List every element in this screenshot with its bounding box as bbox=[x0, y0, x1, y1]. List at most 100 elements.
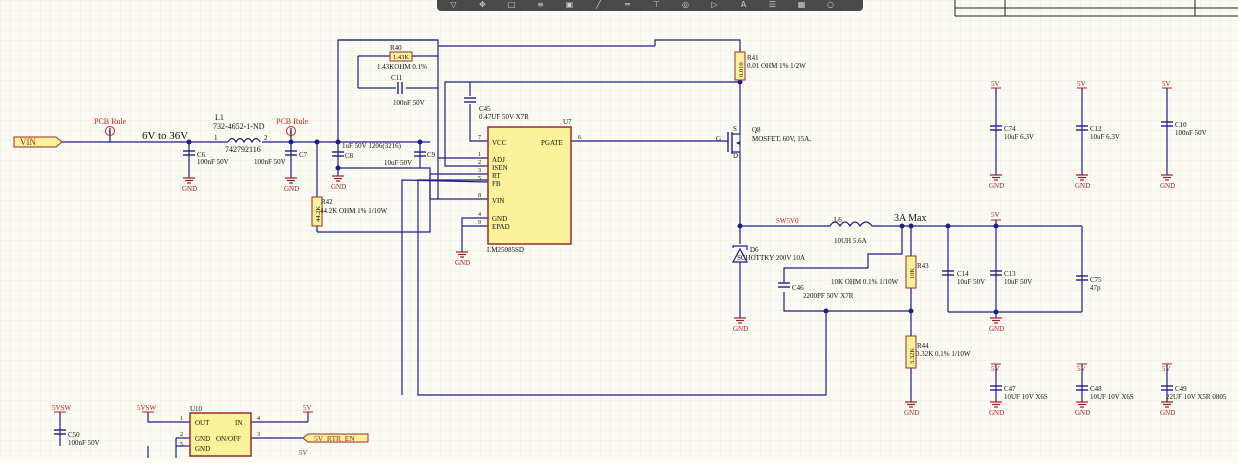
u10-pnum-4: 4 bbox=[257, 416, 260, 422]
r44-ref: R44 bbox=[917, 342, 929, 350]
u10-pnum-1: 1 bbox=[180, 416, 183, 422]
ground-label: GND bbox=[1075, 182, 1090, 190]
c9-value: 10uF 50V bbox=[384, 159, 412, 167]
u10-pin-in: IN bbox=[235, 419, 242, 427]
r41-value: 0.01 OHM 1% 1/2W bbox=[747, 62, 806, 70]
d6-ref: D6 bbox=[750, 246, 759, 254]
c8-ref: C8 bbox=[345, 152, 354, 160]
r43-ref: R43 bbox=[917, 262, 929, 270]
ground-label: GND bbox=[1160, 409, 1175, 417]
c50-ref: C50 bbox=[68, 431, 80, 439]
power-5v-c48: 5V bbox=[1077, 363, 1087, 373]
l6-ref: L6 bbox=[834, 216, 842, 224]
ground-label: GND bbox=[989, 182, 1004, 190]
r44-label: 3.32K bbox=[909, 348, 916, 364]
u7-pnum-5: 5 bbox=[478, 176, 481, 182]
shapes-icon[interactable]: ○ bbox=[826, 1, 835, 9]
c49-ref: C49 bbox=[1175, 385, 1187, 393]
l6-value: 10UH 5.6A bbox=[834, 237, 867, 245]
ic-u7[interactable]: U7 LM25085SD VCC ADJ ISEN RT FB VIN GND … bbox=[478, 118, 581, 254]
text-icon[interactable]: A bbox=[739, 1, 748, 9]
c13-value: 10uF 50V bbox=[1004, 278, 1032, 286]
u7-pnum-7: 7 bbox=[478, 135, 481, 141]
u7-pin-gnd: GND bbox=[492, 215, 507, 223]
ground-label: GND bbox=[182, 185, 197, 193]
u7-ref: U7 bbox=[563, 118, 572, 126]
net-label-3a-max[interactable]: 3A Max bbox=[894, 213, 927, 224]
q8-pin-d: D bbox=[733, 152, 738, 160]
power-5v-label: 5V bbox=[1077, 365, 1086, 373]
power-5v-label: 5V bbox=[1162, 365, 1171, 373]
ground-label: GND bbox=[1160, 182, 1175, 190]
u7-pin-epad: EPAD bbox=[492, 223, 510, 231]
net-label-vin-range[interactable]: 6V to 36V bbox=[142, 130, 188, 142]
power-5vsw-c50: 5VSW bbox=[52, 404, 71, 413]
c7-ref: C7 bbox=[299, 151, 308, 159]
pcb-rule-b-label: PCB Rule bbox=[276, 117, 309, 126]
c45-value: 0.47UF 50V X7R bbox=[479, 113, 529, 121]
port-5v-rtr-en-label: 5V_RTR_EN bbox=[314, 434, 355, 443]
port-icon[interactable]: ▷ bbox=[710, 1, 719, 9]
c48-value: 10UF 10V X6S bbox=[1090, 393, 1134, 401]
port-vin[interactable]: VIN bbox=[13, 136, 63, 148]
power-5v-label: 5V bbox=[299, 449, 308, 457]
net-label-sw5v0[interactable]: SW5V0 bbox=[776, 217, 799, 225]
c13-ref: C13 bbox=[1004, 270, 1016, 278]
parameter-icon[interactable]: ☰ bbox=[768, 1, 777, 9]
bus-icon[interactable]: ═ bbox=[623, 1, 632, 9]
c10-value: 100nF 50V bbox=[1175, 129, 1207, 137]
u7-pnum-8: 8 bbox=[478, 193, 481, 199]
grid-background bbox=[0, 0, 1238, 458]
r42-value: 44.2K OHM 1% 1/10W bbox=[320, 207, 388, 215]
power-5v-c47: 5V bbox=[991, 363, 1001, 373]
c46-value: 2200PF 50V X7R bbox=[803, 292, 854, 300]
ground-label: GND bbox=[455, 259, 470, 267]
net-label-icon[interactable]: ◎ bbox=[681, 1, 690, 9]
c74-value: 10uF 6.3V bbox=[1004, 133, 1034, 141]
ground-label: GND bbox=[733, 325, 748, 333]
align-icon[interactable]: ≡ bbox=[536, 1, 545, 9]
wire-icon[interactable]: ╱ bbox=[594, 1, 603, 9]
place-part-icon[interactable]: ▣ bbox=[565, 1, 574, 9]
ground-label: GND bbox=[989, 325, 1004, 333]
q8-ref: Q8 bbox=[752, 126, 761, 134]
c12-value: 10uF 6.3V bbox=[1090, 133, 1120, 141]
u10-pin-gnd2: GND bbox=[195, 445, 210, 453]
l1-part: 732-4652-1-ND bbox=[213, 122, 265, 131]
c11-value: 100nF 50V bbox=[393, 99, 425, 107]
c14-ref: C14 bbox=[957, 270, 969, 278]
c8-value: 1uF 50V 1206(3216) bbox=[342, 142, 402, 150]
power-icon[interactable]: ⊤ bbox=[652, 1, 661, 9]
schematic-sheet[interactable]: VIN PCB Rule i PCB Rule i 6V to 36V L1 7… bbox=[0, 0, 1238, 458]
u10-pin-out: OUT bbox=[195, 419, 210, 427]
u7-pin-isen: ISEN bbox=[492, 164, 508, 172]
c7-value: 100nF 50V bbox=[254, 158, 286, 166]
c75-ref: C75 bbox=[1090, 276, 1102, 284]
r41-ref: R41 bbox=[747, 54, 759, 62]
schematic-canvas[interactable]: VIN PCB Rule i PCB Rule i 6V to 36V L1 7… bbox=[0, 0, 1238, 458]
c75-value: 47p bbox=[1090, 284, 1101, 292]
power-5v-label: 5V bbox=[1162, 80, 1171, 88]
ground-label: GND bbox=[331, 183, 346, 191]
floating-toolbar[interactable]: ▽ ✥ □ ≡ ▣ ╱ ═ ⊤ ◎ ▷ A ☰ ▦ ○ bbox=[437, 0, 863, 11]
u7-pin-adj: ADJ bbox=[492, 156, 505, 164]
l1-value: 742792116 bbox=[225, 145, 261, 154]
ic-icon[interactable]: ▦ bbox=[797, 1, 806, 9]
power-5vsw-label: 5VSW bbox=[52, 404, 71, 412]
power-5v-label: 5V bbox=[991, 211, 1000, 219]
ground-label: GND bbox=[1075, 409, 1090, 417]
r40-label: 1.43K bbox=[393, 54, 409, 61]
power-5v-label: 5V bbox=[991, 365, 1000, 373]
c45-ref: C45 bbox=[479, 105, 491, 113]
r43-label: 10K bbox=[909, 268, 916, 280]
port-5v-rtr-en[interactable]: 5V_RTR_EN bbox=[302, 433, 369, 443]
move-icon[interactable]: ✥ bbox=[478, 1, 487, 9]
c48-ref: C48 bbox=[1090, 385, 1102, 393]
c47-value: 10UF 10V X6S bbox=[1004, 393, 1048, 401]
c14-value: 10uF 50V bbox=[957, 278, 985, 286]
filter-icon[interactable]: ▽ bbox=[449, 1, 458, 9]
power-5v-bottom: 5V bbox=[299, 449, 308, 457]
ic-u10[interactable]: U10 OUT IN GND ON/OFF GND 1 4 2 3 5 bbox=[180, 405, 260, 457]
select-icon[interactable]: □ bbox=[507, 1, 516, 9]
c12-ref: C12 bbox=[1090, 125, 1102, 133]
